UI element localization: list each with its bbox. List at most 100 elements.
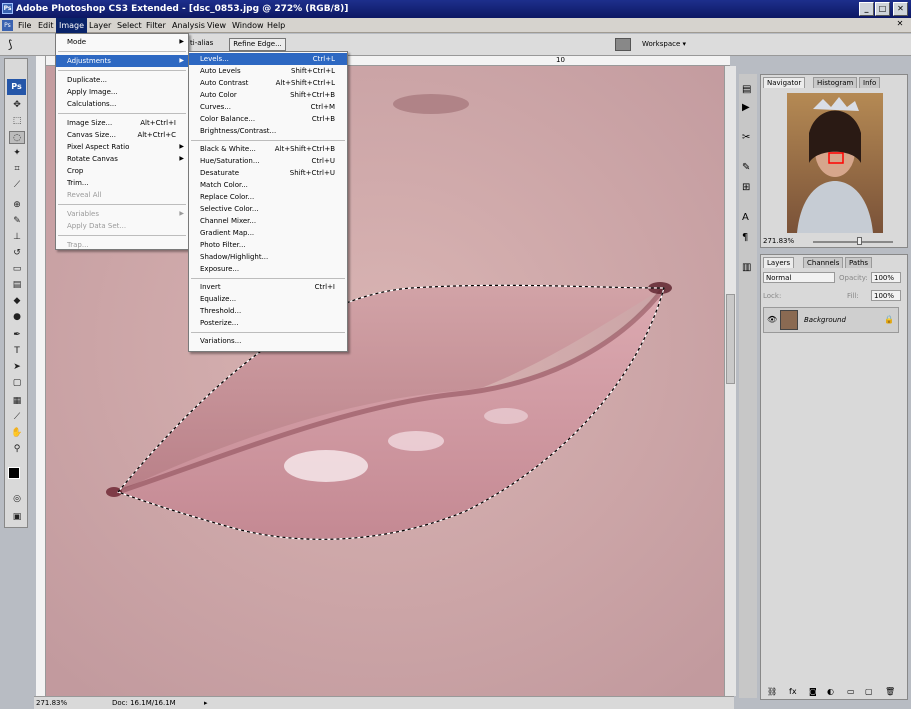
tab-paths[interactable]: Paths — [845, 257, 873, 268]
brushes-panel-icon[interactable]: ✎ — [742, 162, 750, 173]
delete-layer-icon[interactable]: 🗑 — [885, 687, 895, 696]
type-tool-icon[interactable]: T — [9, 345, 25, 358]
image-menu-item[interactable]: Duplicate... — [56, 74, 188, 86]
lasso-tool-icon[interactable]: ◌ — [9, 131, 25, 144]
image-menu-item[interactable]: Calculations... — [56, 98, 188, 110]
move-tool-icon[interactable]: ✥ — [9, 99, 25, 112]
slice-tool-icon[interactable]: ⟋ — [9, 179, 25, 192]
zoom-slider-handle[interactable] — [857, 237, 862, 245]
hand-tool-icon[interactable]: ✋ — [9, 427, 25, 440]
menu-layer[interactable]: Layer — [86, 18, 114, 33]
adjustments-menu-item[interactable]: Auto Contrast Alt+Shift+Ctrl+L — [189, 77, 347, 89]
foreground-color-swatch[interactable] — [8, 467, 20, 479]
image-menu-item[interactable]: Canvas Size... Alt+Ctrl+C — [56, 129, 188, 141]
adjustments-menu-item[interactable]: Exposure... — [189, 263, 347, 275]
refine-edge-button[interactable]: Refine Edge... — [229, 38, 286, 51]
adjustments-menu-item[interactable]: Variations... — [189, 335, 347, 347]
gradient-tool-icon[interactable]: ▤ — [9, 279, 25, 292]
adjustments-menu-item[interactable]: Color Balance... Ctrl+B — [189, 113, 347, 125]
paragraph-panel-icon[interactable]: ¶ — [742, 232, 748, 243]
navigator-thumbnail[interactable] — [787, 93, 883, 233]
image-menu-item[interactable]: Mode ▶ — [56, 36, 188, 48]
adjustments-menu-item[interactable]: Channel Mixer... — [189, 215, 347, 227]
menu-view[interactable]: View — [204, 18, 229, 33]
navigator-zoom[interactable]: 271.83% — [763, 237, 794, 245]
vertical-scrollbar[interactable] — [724, 66, 736, 696]
menu-edit[interactable]: Edit — [35, 18, 57, 33]
adjustments-menu-item[interactable]: Auto Color Shift+Ctrl+B — [189, 89, 347, 101]
adjustments-menu-item[interactable]: Posterize... — [189, 317, 347, 329]
menu-analysis[interactable]: Analysis — [169, 18, 208, 33]
visibility-eye-icon[interactable]: 👁 — [767, 315, 777, 324]
adjustments-menu-item[interactable]: Brightness/Contrast... — [189, 125, 347, 137]
adjustments-menu-item[interactable]: Curves... Ctrl+M — [189, 101, 347, 113]
doc-close-icon[interactable]: ✕ — [893, 19, 907, 31]
tab-channels[interactable]: Channels — [803, 257, 844, 268]
magic-wand-tool-icon[interactable]: ✦ — [9, 147, 25, 160]
adjustments-menu-item[interactable]: Auto Levels Shift+Ctrl+L — [189, 65, 347, 77]
adjustments-menu-item[interactable]: Levels... Ctrl+L — [189, 53, 347, 65]
new-layer-icon[interactable]: ▢ — [865, 687, 873, 696]
blur-tool-icon[interactable]: ◆ — [9, 295, 25, 308]
clone-stamp-tool-icon[interactable]: ⊥ — [9, 231, 25, 244]
shape-tool-icon[interactable]: ▢ — [9, 377, 25, 390]
adjustments-menu-item[interactable]: Match Color... — [189, 179, 347, 191]
crop-tool-icon[interactable]: ⌗ — [9, 163, 25, 176]
adjustments-menu-item[interactable]: Gradient Map... — [189, 227, 347, 239]
clone-source-icon[interactable]: ⊞ — [742, 182, 750, 193]
history-brush-tool-icon[interactable]: ↺ — [9, 247, 25, 260]
close-button[interactable]: ✕ — [893, 2, 908, 16]
palette-well-icon[interactable] — [615, 38, 631, 51]
image-menu-item[interactable]: Rotate Canvas ▶ — [56, 153, 188, 165]
image-menu-item[interactable]: Adjustments ▶ — [56, 55, 188, 67]
adjustments-menu-item[interactable]: Selective Color... — [189, 203, 347, 215]
adjustments-menu-item[interactable]: Hue/Saturation... Ctrl+U — [189, 155, 347, 167]
notes-tool-icon[interactable]: ▦ — [9, 395, 25, 408]
character-panel-icon[interactable]: A — [742, 212, 749, 223]
tab-navigator[interactable]: Navigator — [763, 77, 806, 88]
link-layers-icon[interactable]: ⛓ — [767, 687, 777, 696]
tab-info[interactable]: Info — [859, 77, 881, 88]
adjustment-layer-icon[interactable]: ◐ — [827, 687, 834, 696]
adjustments-menu-item[interactable]: Threshold... — [189, 305, 347, 317]
layer-row-background[interactable]: 👁 Background 🔒 — [763, 307, 899, 333]
fill-field[interactable]: 100% — [871, 290, 901, 301]
menu-file[interactable]: File — [15, 18, 34, 33]
history-panel-icon[interactable]: ▤ — [742, 84, 751, 95]
adjustments-menu-item[interactable]: Black & White... Alt+Shift+Ctrl+B — [189, 143, 347, 155]
image-menu-item[interactable]: Image Size... Alt+Ctrl+I — [56, 117, 188, 129]
adjustments-menu-item[interactable]: Replace Color... — [189, 191, 347, 203]
menu-window[interactable]: Window — [229, 18, 267, 33]
opacity-field[interactable]: 100% — [871, 272, 901, 283]
zoom-tool-icon[interactable]: ⚲ — [9, 443, 25, 456]
tab-layers[interactable]: Layers — [763, 257, 795, 268]
healing-brush-tool-icon[interactable]: ⊕ — [9, 199, 25, 212]
adjustments-menu-item[interactable]: Shadow/Highlight... — [189, 251, 347, 263]
blend-mode-select[interactable]: Normal — [763, 272, 835, 283]
eraser-tool-icon[interactable]: ▭ — [9, 263, 25, 276]
menu-filter[interactable]: Filter — [143, 18, 169, 33]
menu-image[interactable]: Image — [56, 18, 88, 33]
image-menu-item[interactable]: Apply Image... — [56, 86, 188, 98]
image-menu-item[interactable]: Trim... — [56, 177, 188, 189]
status-menu-arrow-icon[interactable]: ▸ — [204, 697, 208, 709]
add-mask-icon[interactable]: ◙ — [809, 687, 817, 696]
screen-mode-icon[interactable]: ▣ — [9, 511, 25, 524]
layer-style-icon[interactable]: fx — [789, 687, 797, 696]
zoom-slider[interactable] — [813, 241, 893, 243]
new-group-icon[interactable]: ▭ — [847, 687, 855, 696]
marquee-tool-icon[interactable]: ⬚ — [9, 115, 25, 128]
adjustments-menu-item[interactable]: Photo Filter... — [189, 239, 347, 251]
dodge-tool-icon[interactable]: ● — [9, 311, 25, 324]
adjustments-menu-item[interactable]: Equalize... — [189, 293, 347, 305]
adjustments-menu-item[interactable]: Invert Ctrl+I — [189, 281, 347, 293]
menu-help[interactable]: Help — [264, 18, 288, 33]
eyedropper-tool-icon[interactable]: ⟋ — [9, 411, 25, 424]
lasso-preset-icon[interactable]: ⟆ — [8, 38, 28, 52]
actions-panel-icon[interactable]: ▶ — [742, 102, 750, 113]
image-menu-item[interactable]: Pixel Aspect Ratio ▶ — [56, 141, 188, 153]
quick-mask-icon[interactable]: ◎ — [9, 493, 25, 506]
ps-menu-icon[interactable]: Ps — [2, 20, 13, 31]
status-zoom[interactable]: 271.83% — [36, 697, 67, 709]
layer-comps-icon[interactable]: ▥ — [742, 262, 751, 273]
